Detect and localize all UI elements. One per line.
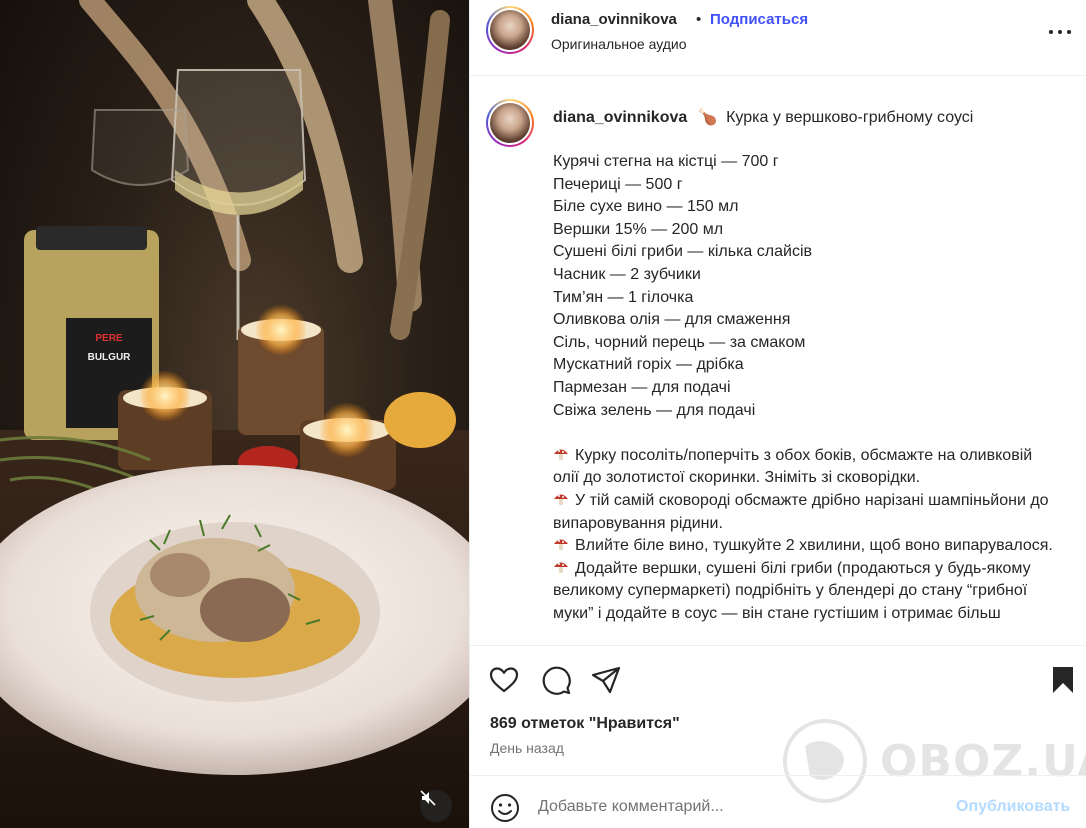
step-text: Додайте вершки, сушені білі гриби (прода… xyxy=(553,559,1031,622)
ingredient-line: Тим’ян — 1 гілочка xyxy=(553,288,694,306)
caption-text: Курячі стегна на кістці — 700 г Печериці… xyxy=(553,151,1053,625)
share-icon xyxy=(591,666,621,694)
caption-header: diana_ovinnikova 🍗 Курка у вершково-гриб… xyxy=(553,107,973,127)
smiley-icon xyxy=(491,794,519,822)
comment-button[interactable] xyxy=(540,664,572,696)
heart-icon xyxy=(489,667,519,693)
comment-bar: Опубликовать xyxy=(470,775,1086,828)
caption-username-link[interactable]: diana_ovinnikova xyxy=(553,109,687,126)
post-header: diana_ovinnikova • Подписаться Оригиналь… xyxy=(470,0,1086,76)
ingredient-line: Пармезан — для подачі xyxy=(553,378,731,396)
post-details-panel: diana_ovinnikova • Подписаться Оригиналь… xyxy=(469,0,1086,828)
recipe-step: Влийте біле вино, тушкуйте 2 хвилини, що… xyxy=(553,535,1053,558)
post-media-video[interactable]: PERE BULGUR xyxy=(0,0,469,828)
ingredient-line: Мускатний горіх — дрібка xyxy=(553,356,744,374)
share-button[interactable] xyxy=(590,664,622,696)
avatar[interactable] xyxy=(486,99,534,147)
drumstick-icon: 🍗 xyxy=(697,109,718,126)
mushroom-icon xyxy=(554,562,568,573)
mushroom-icon xyxy=(554,539,568,551)
ingredient-line: Курячі стегна на кістці — 700 г xyxy=(553,153,779,170)
action-bar xyxy=(470,645,1086,710)
ingredient-line: Вершки 15% — 200 мл xyxy=(553,220,724,238)
ingredient-line: Свіжа зелень — для подачі xyxy=(553,401,756,419)
recipe-step: У тій самій сковороді обсмажте дрібно на… xyxy=(553,490,1053,535)
mushroom-icon xyxy=(554,494,568,505)
like-button[interactable] xyxy=(488,664,520,696)
mute-button[interactable] xyxy=(420,790,452,822)
avatar[interactable] xyxy=(486,6,534,54)
recipe-step: Додайте вершки, сушені білі гриби (прода… xyxy=(553,558,1053,626)
recipe-title: Курка у вершково-грибному соусі xyxy=(726,109,974,126)
wine-glass xyxy=(170,69,307,340)
separator-dot: • xyxy=(696,11,702,28)
comment-input[interactable] xyxy=(538,796,938,818)
comment-icon xyxy=(542,666,571,695)
food-photo: PERE BULGUR xyxy=(0,0,469,828)
step-text: Влийте біле вино, тушкуйте 2 хвилини, що… xyxy=(575,537,1053,555)
username-link[interactable]: diana_ovinnikova xyxy=(551,11,677,28)
post-date[interactable]: День назад xyxy=(490,740,564,756)
bookmark-icon xyxy=(1053,667,1073,693)
follow-button[interactable]: Подписаться xyxy=(710,11,808,28)
ingredient-line: Часник — 2 зубчики xyxy=(553,265,701,283)
step-text: Курку посоліть/поперчіть з обох боків, о… xyxy=(553,446,1033,487)
ingredient-line: Сіль, чорний перець — за смаком xyxy=(553,333,806,351)
more-options-button[interactable] xyxy=(1047,20,1073,44)
speaker-muted-icon xyxy=(420,790,436,806)
caption-scroll-area[interactable]: diana_ovinnikova 🍗 Курка у вершково-гриб… xyxy=(470,77,1086,644)
wine-glass-back xyxy=(90,109,190,186)
jar-brand-label: PERE xyxy=(95,333,123,344)
step-text: У тій самій сковороді обсмажте дрібно на… xyxy=(553,491,1049,532)
mushroom-icon xyxy=(554,449,568,460)
publish-button[interactable]: Опубликовать xyxy=(956,798,1070,816)
recipe-step: Курку посоліть/поперчіть з обох боків, о… xyxy=(553,445,1053,490)
audio-link[interactable]: Оригинальное аудио xyxy=(551,36,687,52)
jar-product-label: BULGUR xyxy=(88,352,132,363)
ingredient-line: Печериці — 500 г xyxy=(553,175,683,193)
ingredient-line: Оливкова олія — для смаження xyxy=(553,311,791,329)
candle xyxy=(238,304,324,435)
ingredient-line: Сушені білі гриби — кілька слайсів xyxy=(553,243,812,261)
save-button[interactable] xyxy=(1047,664,1079,696)
ingredient-line: Біле сухе вино — 150 мл xyxy=(553,198,739,216)
likes-count[interactable]: 869 отметок "Нравится" xyxy=(490,715,680,733)
emoji-button[interactable] xyxy=(490,793,520,823)
